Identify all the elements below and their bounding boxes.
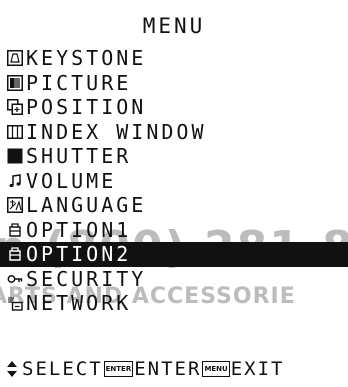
menu-item-option1[interactable]: OPTION1 [0,218,348,243]
menu-footer-help: SELECT ENTER ENTER MENU EXIT [6,357,285,381]
picture-icon [6,74,24,92]
select-label: SELECT [22,358,103,380]
menu-list: KEYSTONE PICTURE POSITION INDEX WINDOW S… [0,46,348,316]
menu-item-label: INDEX WINDOW [26,119,207,144]
menu-title: MENU [142,14,206,38]
menu-item-label: VOLUME [26,168,117,193]
network-icon [6,294,24,312]
menu-item-label: POSITION [26,95,147,120]
menu-item-label: OPTION1 [26,217,132,242]
shutter-icon [6,147,24,165]
projector-osd-menu: n (800) 281-88 ARTS AND ACCESSORIE MENU … [0,0,348,387]
enter-key-icon: ENTER [103,361,134,377]
security-icon [6,270,24,288]
menu-item-label: LANGUAGE [26,193,147,218]
menu-item-picture[interactable]: PICTURE [0,71,348,96]
menu-item-label: NETWORK [26,291,132,316]
enter-label: ENTER [134,358,202,380]
menu-item-keystone[interactable]: KEYSTONE [0,46,348,71]
menu-item-label: KEYSTONE [26,46,147,71]
menu-item-shutter[interactable]: SHUTTER [0,144,348,169]
position-icon [6,98,24,116]
menu-item-label: PICTURE [26,70,132,95]
language-icon [6,196,24,214]
option1-icon [6,221,24,239]
updown-arrow-icon [6,360,18,378]
exit-label: EXIT [230,358,285,380]
index-window-icon [6,123,24,141]
menu-item-network[interactable]: NETWORK [0,291,348,316]
menu-item-option2[interactable]: OPTION2 [0,242,348,267]
menu-item-language[interactable]: LANGUAGE [0,193,348,218]
keystone-icon [6,49,24,67]
menu-item-volume[interactable]: VOLUME [0,169,348,194]
menu-item-label: SHUTTER [26,144,132,169]
menu-item-security[interactable]: SECURITY [0,267,348,292]
option2-icon [6,245,24,263]
menu-item-index-window[interactable]: INDEX WINDOW [0,120,348,145]
menu-item-label: OPTION2 [26,242,132,267]
menu-key-icon: MENU [202,361,230,377]
volume-icon [6,172,24,190]
menu-item-position[interactable]: POSITION [0,95,348,120]
menu-item-label: SECURITY [26,266,147,291]
